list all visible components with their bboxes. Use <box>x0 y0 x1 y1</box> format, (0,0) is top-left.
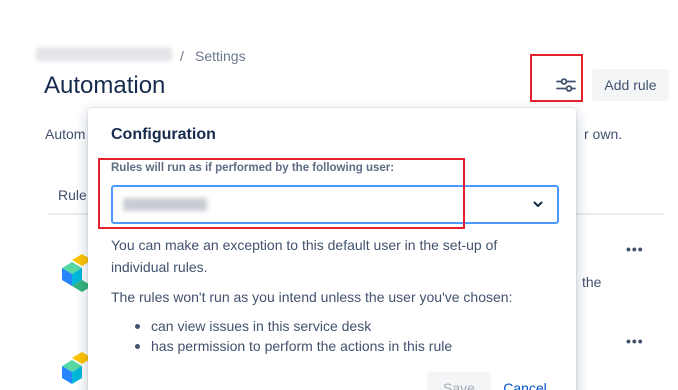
chevron-down-icon <box>533 201 543 207</box>
user-select[interactable] <box>111 185 559 224</box>
breadcrumb-settings[interactable]: Settings <box>195 48 246 64</box>
conditions-list: can view issues in this service desk has… <box>134 316 452 356</box>
page-title: Automation <box>44 72 166 99</box>
more-horizontal-icon[interactable]: ••• <box>626 333 644 349</box>
exception-help-text: You can make an exception to this defaul… <box>111 237 498 275</box>
more-horizontal-icon[interactable]: ••• <box>626 241 644 257</box>
breadcrumb-separator: / <box>180 48 184 64</box>
save-button[interactable]: Save <box>427 372 491 390</box>
selected-user-value <box>123 198 207 211</box>
rule-row-text: the <box>582 274 602 290</box>
list-item: has permission to perform the actions in… <box>134 336 452 356</box>
tab-rules[interactable]: Rule <box>58 187 87 203</box>
sliders-icon <box>556 78 576 92</box>
configure-button[interactable] <box>547 68 585 102</box>
warning-text: The rules won't run as you intend unless… <box>111 289 513 305</box>
page-description-start: Autom <box>45 126 86 142</box>
configuration-popup: Configuration Rules will run as if perfo… <box>88 108 576 390</box>
popup-title: Configuration <box>111 126 216 143</box>
add-rule-button[interactable]: Add rule <box>592 69 669 101</box>
user-field-label: Rules will run as if performed by the fo… <box>111 162 395 174</box>
breadcrumb-project-link[interactable] <box>36 47 172 61</box>
cancel-button[interactable]: Cancel <box>498 372 552 390</box>
page-description-end: r own. <box>584 126 623 142</box>
list-item: can view issues in this service desk <box>134 316 452 336</box>
